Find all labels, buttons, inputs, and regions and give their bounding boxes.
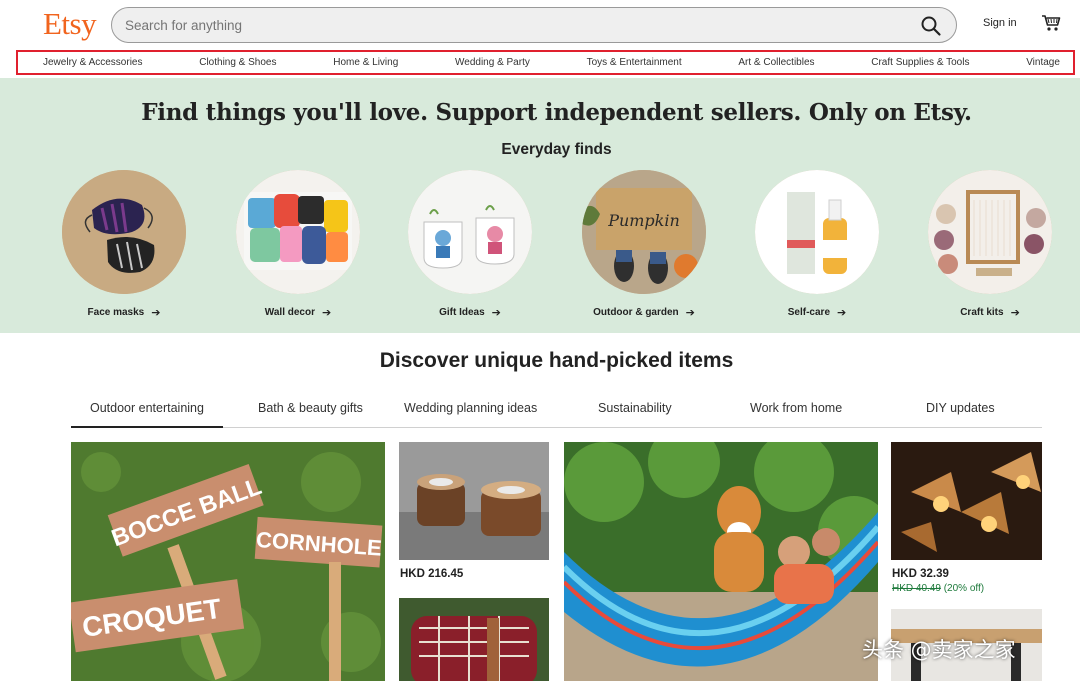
gift-ideas-image bbox=[408, 170, 532, 294]
category-craft-supplies-tools[interactable]: Craft Supplies & Tools bbox=[871, 57, 969, 68]
everyday-finds-heading: Everyday finds bbox=[501, 141, 612, 158]
arrow-right-icon: ➔ bbox=[321, 307, 332, 319]
discount-percent: (20% off) bbox=[943, 583, 985, 594]
product-tile-hammock[interactable] bbox=[564, 442, 878, 681]
tab-sustainability[interactable]: Sustainability bbox=[598, 401, 672, 415]
product-tile-picnic-blanket[interactable] bbox=[399, 598, 549, 681]
tab-wedding-planning-ideas[interactable]: Wedding planning ideas bbox=[404, 401, 537, 415]
original-price: HKD 40.49 bbox=[892, 583, 941, 594]
find-face-masks[interactable]: Face masks ➔ bbox=[62, 170, 186, 319]
discover-tabs: Outdoor entertaining Bath & beauty gifts… bbox=[71, 392, 1042, 428]
find-gift-ideas[interactable]: Gift Ideas ➔ bbox=[408, 170, 532, 319]
search-input[interactable] bbox=[125, 14, 905, 36]
tab-work-from-home[interactable]: Work from home bbox=[750, 401, 842, 415]
sign-in-link[interactable]: Sign in bbox=[983, 17, 1017, 29]
tab-bath-beauty-gifts[interactable]: Bath & beauty gifts bbox=[258, 401, 363, 415]
product-discount: HKD 40.49 (20% off) bbox=[892, 583, 984, 594]
hero-banner: Find things you'll love. Support indepen… bbox=[0, 78, 1080, 333]
product-tile-wood-candle-holders[interactable] bbox=[399, 442, 549, 560]
wall-decor-label: Wall decor bbox=[264, 307, 315, 318]
category-nav: Jewelry & Accessories Clothing & Shoes H… bbox=[16, 50, 1075, 75]
find-outdoor-garden[interactable]: Pumpkin Outdoor & garden ➔ bbox=[582, 170, 706, 319]
category-toys-entertainment[interactable]: Toys & Entertainment bbox=[587, 57, 682, 68]
face-masks-image bbox=[62, 170, 186, 294]
craft-kits-label: Craft kits bbox=[960, 307, 1004, 318]
category-vintage[interactable]: Vintage bbox=[1026, 57, 1060, 68]
tab-outdoor-entertaining[interactable]: Outdoor entertaining bbox=[71, 401, 223, 428]
arrow-right-icon: ➔ bbox=[1010, 307, 1020, 319]
etsy-logo[interactable]: Etsy bbox=[43, 6, 97, 42]
discover-heading: Discover unique hand-picked items bbox=[379, 349, 734, 372]
hero-title: Find things you'll love. Support indepen… bbox=[141, 99, 972, 126]
find-self-care[interactable]: Self-care ➔ bbox=[755, 170, 879, 319]
tab-diy-updates[interactable]: DIY updates bbox=[926, 401, 995, 415]
site-header: Etsy Sign in bbox=[0, 0, 1080, 48]
arrow-right-icon: ➔ bbox=[151, 307, 161, 319]
product-price: HKD 216.45 bbox=[400, 568, 464, 580]
product-price: HKD 32.39 bbox=[892, 568, 949, 580]
wall-decor-image bbox=[236, 170, 360, 294]
self-care-label: Self-care bbox=[787, 307, 831, 318]
arrow-right-icon: ➔ bbox=[685, 307, 695, 319]
product-tile-pendant-lamps[interactable] bbox=[891, 442, 1042, 560]
svg-text:Pumpkin: Pumpkin bbox=[607, 211, 680, 230]
gift-ideas-label: Gift Ideas bbox=[439, 307, 485, 318]
craft-kits-image bbox=[928, 170, 1052, 294]
find-wall-decor[interactable]: Wall decor ➔ bbox=[236, 170, 360, 319]
category-clothing-shoes[interactable]: Clothing & Shoes bbox=[199, 57, 276, 68]
search-bar[interactable] bbox=[111, 7, 957, 43]
product-tile-lawn-game-signs[interactable]: BOCCE BALL CORNHOLE CROQUET bbox=[71, 442, 385, 681]
outdoor-garden-image: Pumpkin bbox=[582, 170, 706, 294]
search-icon[interactable] bbox=[920, 15, 942, 37]
arrow-right-icon: ➔ bbox=[491, 307, 501, 319]
self-care-image bbox=[755, 170, 879, 294]
category-art-collectibles[interactable]: Art & Collectibles bbox=[738, 57, 814, 68]
watermark-text: 头条 @卖家之家 bbox=[862, 638, 1016, 662]
cart-icon[interactable] bbox=[1041, 13, 1061, 33]
arrow-right-icon: ➔ bbox=[837, 307, 847, 319]
face-masks-label: Face masks bbox=[87, 307, 145, 318]
everyday-finds-row: Face masks ➔ Wall decor ➔ Gift Ideas ➔ P… bbox=[0, 170, 1080, 330]
category-home-living[interactable]: Home & Living bbox=[333, 57, 398, 68]
find-craft-kits[interactable]: Craft kits ➔ bbox=[928, 170, 1052, 319]
category-wedding-party[interactable]: Wedding & Party bbox=[455, 57, 530, 68]
outdoor-garden-label: Outdoor & garden bbox=[593, 307, 679, 318]
category-jewelry-accessories[interactable]: Jewelry & Accessories bbox=[43, 57, 142, 68]
